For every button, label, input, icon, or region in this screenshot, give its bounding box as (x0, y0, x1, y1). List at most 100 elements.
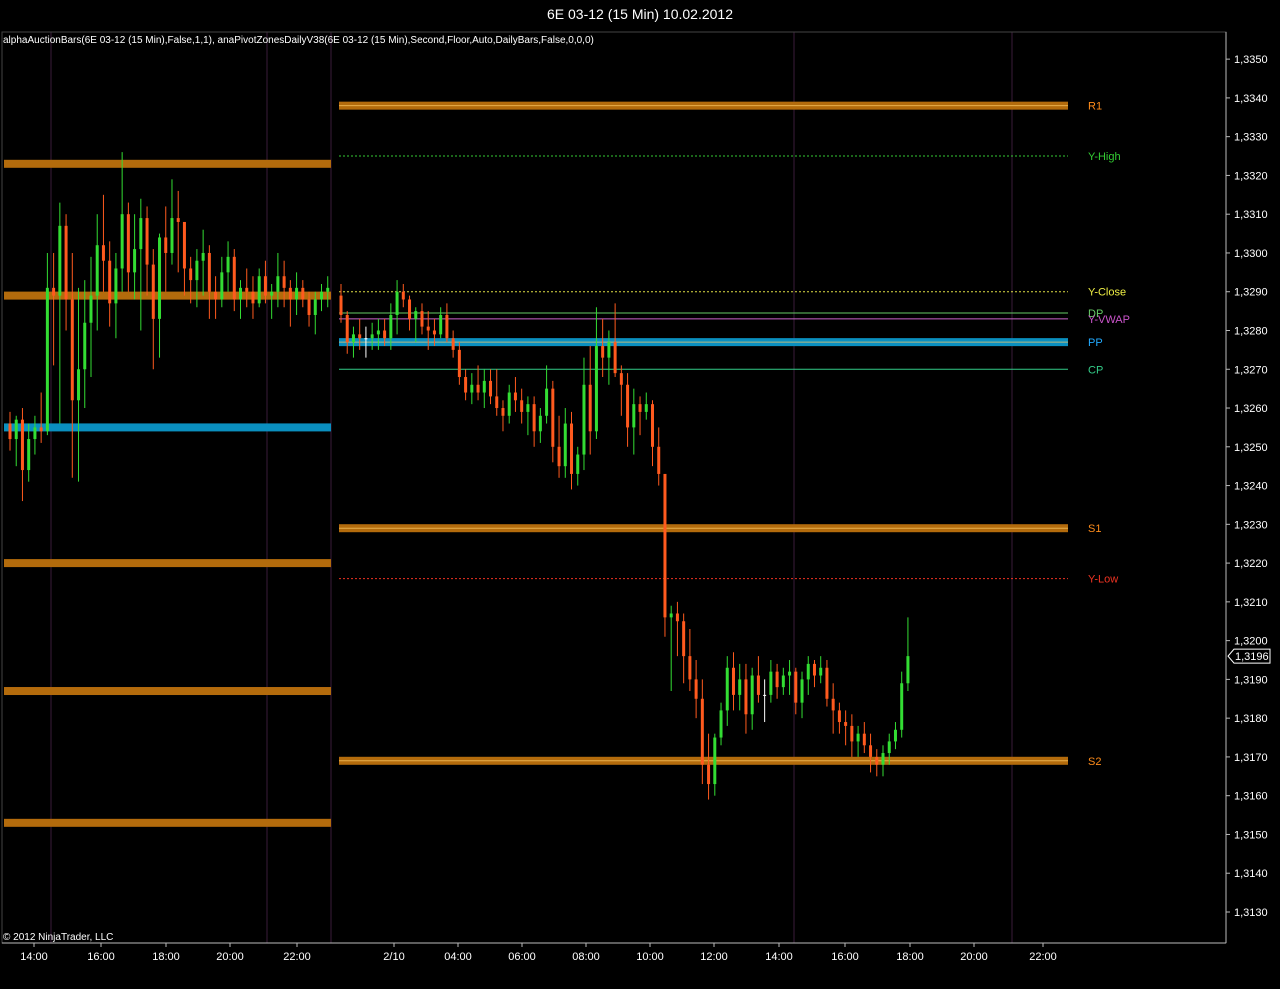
candle-body (563, 423, 567, 467)
candle-body (145, 218, 149, 265)
candle-body (788, 671, 792, 676)
candle-body (101, 245, 105, 261)
candle-body (588, 384, 592, 432)
candle-body (451, 338, 455, 350)
session-separators (50, 32, 1013, 943)
candle-body (638, 404, 642, 412)
candle-body (326, 287, 330, 292)
candle-body (370, 334, 374, 339)
candle-body (663, 473, 667, 618)
candle-body (794, 671, 798, 703)
price-tick-label: 1,3300 (1234, 248, 1268, 260)
candle-body (900, 683, 904, 730)
candle-body (570, 423, 574, 474)
price-axis[interactable]: 1,3350 1,3340 1,3330 1,3320 1,3310 1,3300 1,32… (1, 31, 1271, 944)
candle-body (158, 237, 162, 319)
candle-body (557, 446, 561, 467)
price-tick-label: 1,3240 (1234, 481, 1268, 493)
candle-body (837, 710, 841, 723)
candle-body (139, 218, 143, 250)
candle-body (763, 694, 767, 696)
candle-body (245, 287, 249, 292)
candle-body (532, 404, 536, 432)
candle-body (682, 621, 686, 657)
candle-body (313, 299, 317, 315)
candle-body (401, 291, 405, 300)
candle-body (420, 311, 424, 327)
candle-body (320, 291, 323, 300)
time-tick-label: 20:00 (216, 951, 244, 963)
prev-day-zone (4, 818, 331, 827)
candle-body (270, 291, 274, 296)
prev-day-zone (4, 423, 331, 432)
price-tick-label: 1,3220 (1234, 558, 1268, 570)
candle-body (719, 710, 723, 738)
candle-body (27, 439, 31, 471)
candle-body (89, 295, 93, 323)
candle-body (744, 679, 748, 715)
price-tick-label: 1,3250 (1234, 442, 1268, 454)
candle-body (495, 396, 499, 409)
candle-body (288, 287, 292, 300)
candle-body (64, 225, 68, 300)
price-tick-label: 1,3280 (1234, 325, 1268, 337)
candle-body (251, 291, 255, 304)
candle-body (201, 252, 205, 261)
candle-body (881, 753, 885, 765)
prev-day-zone (4, 159, 331, 168)
candle-body (538, 415, 542, 432)
time-tick-label: 20:00 (960, 951, 988, 963)
candle-body (195, 260, 199, 281)
candle-body (432, 330, 436, 335)
candle-body (176, 218, 180, 222)
candle-body (856, 733, 860, 742)
candle-body (339, 295, 343, 315)
candle-body (688, 656, 692, 680)
candle-body (594, 346, 598, 432)
price-tick-label: 1,3310 (1234, 209, 1268, 221)
candle-body (607, 342, 611, 358)
candle-body (806, 663, 810, 680)
time-tick-label: 10:00 (636, 951, 664, 963)
time-tick-label: 06:00 (508, 951, 536, 963)
candle-body (775, 671, 779, 688)
price-chart[interactable]: R1Y-HighY-CloseDPY-VWAPPPCPS1Y-LowS2 1,3… (0, 0, 1280, 989)
time-tick-label: 18:00 (896, 951, 924, 963)
candle-body (33, 427, 37, 440)
candle-body (383, 330, 387, 339)
candle-body (226, 256, 230, 273)
candle-body (408, 299, 412, 319)
candle-body (276, 276, 280, 292)
candle-body (812, 663, 816, 676)
candle-body (189, 268, 193, 281)
candlesticks (8, 152, 910, 800)
price-tick-label: 1,3170 (1234, 752, 1268, 764)
candle-body (358, 334, 362, 339)
candle-body (613, 342, 617, 374)
candle-body (893, 729, 897, 742)
price-tick-label: 1,3160 (1234, 791, 1268, 803)
candle-body (526, 404, 530, 412)
time-axis[interactable]: 14:00 16:00 18:00 20:00 22:00 2/10 04:00 06:00 0… (2, 942, 1226, 963)
candle-body (489, 380, 493, 397)
last-price-label: 1,3196 (1235, 651, 1269, 663)
candle-body (731, 667, 735, 695)
candle-body (220, 272, 224, 300)
candle-body (395, 291, 399, 315)
price-tick-label: 1,3340 (1234, 93, 1268, 105)
candle-body (669, 613, 673, 618)
candle-body (619, 373, 623, 385)
time-tick-label: 22:00 (1029, 951, 1057, 963)
candle-body (263, 276, 267, 296)
price-tick-label: 1,3290 (1234, 287, 1268, 299)
candle-body (345, 314, 349, 343)
candle-body (232, 256, 236, 300)
candle-body (439, 314, 443, 335)
time-tick-label: 14:00 (765, 951, 793, 963)
candle-body (364, 338, 368, 340)
candle-body (750, 675, 754, 715)
price-tick-label: 1,3140 (1234, 868, 1268, 880)
candle-body (700, 698, 704, 765)
candle-body (351, 334, 355, 343)
candle-body (831, 698, 835, 711)
